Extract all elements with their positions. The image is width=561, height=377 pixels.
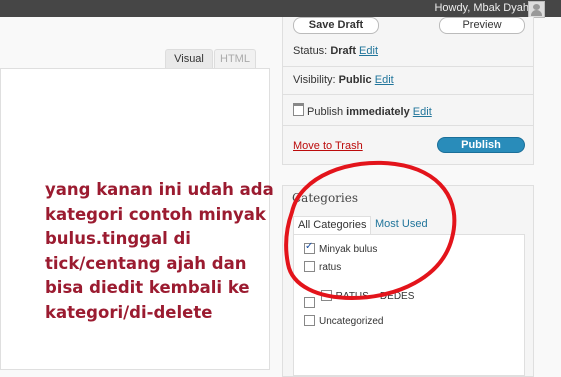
save-draft-button[interactable]: Save Draft [293,17,379,34]
publish-button[interactable]: Publish [437,137,525,153]
annotation-line: bisa diedit kembali ke [45,278,250,297]
admin-top-bar: Howdy, Mbak Dyah [0,0,561,18]
checkbox[interactable] [304,261,315,272]
publish-label: Publish [307,106,344,118]
visibility-row: Visibility: Public Edit [293,74,394,86]
publish-box: Save Draft Preview Status: Draft Edit Vi… [282,17,534,165]
list-item[interactable] [304,297,319,309]
categories-box: Categories All Categories Most Used Miny… [282,185,534,377]
categories-title: Categories [292,191,358,205]
checkbox[interactable] [320,290,332,301]
visibility-value: Public [338,74,372,86]
annotation-line: kategori contoh minyak [45,204,266,224]
tab-html[interactable]: HTML [214,49,256,68]
annotation-text: yang kanan ini udah ada kategori contoh … [45,178,295,325]
list-item[interactable]: RATUS DEDES [304,279,414,313]
category-label: ratus [319,262,342,273]
list-item[interactable]: ratus [304,261,341,273]
tab-all-categories[interactable]: All Categories [293,216,372,234]
howdy-greeting[interactable]: Howdy, Mbak Dyah [434,2,529,14]
visibility-edit-link[interactable]: Edit [375,74,394,86]
annotation-line: tick/centang ajah dan [45,253,247,273]
divider [283,94,533,95]
tab-most-used[interactable]: Most Used [371,216,432,233]
checkbox-checked[interactable] [304,241,315,254]
category-label: Uncategorized [319,316,384,327]
checkbox[interactable] [304,315,315,326]
annotation-line: kategori/di-delete [45,302,213,322]
annotation-line: bulus.tinggal di [45,229,191,248]
avatar-icon[interactable] [528,1,545,18]
list-item[interactable]: Uncategorized [304,315,383,327]
divider [283,125,533,126]
publish-time-value: immediately [346,106,410,118]
preview-button[interactable]: Preview [439,17,525,34]
list-item[interactable]: Minyak bulus [304,241,378,255]
visibility-label: Visibility: [293,74,336,86]
category-label: RATUS DEDES [335,291,415,302]
tab-visual[interactable]: Visual [165,49,213,68]
move-to-trash-link[interactable]: Move to Trash [293,140,363,152]
divider [283,66,533,67]
checkbox[interactable] [304,297,315,308]
category-checklist: Minyak bulus ratus RATUS DEDES Uncategor… [293,234,525,376]
publish-time-edit-link[interactable]: Edit [413,106,432,118]
status-row: Status: Draft Edit [293,45,378,57]
annotation-line: yang kanan ini udah ada [45,180,274,199]
status-label: Status: [293,45,328,57]
status-edit-link[interactable]: Edit [359,45,378,57]
category-label: Minyak bulus [319,244,378,255]
calendar-icon [293,103,304,116]
status-value: Draft [330,45,356,57]
publish-time-row: Publish immediately Edit [293,103,432,118]
